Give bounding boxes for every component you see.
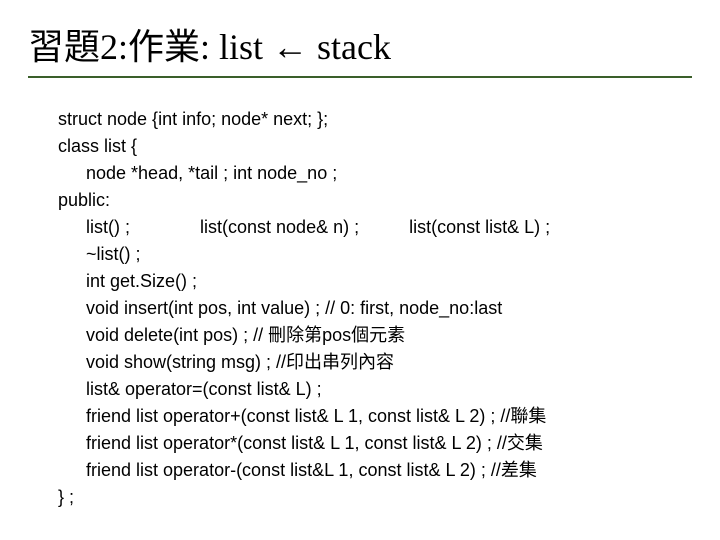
code-fragment: list() ; — [86, 217, 130, 237]
code-line: } ; — [58, 484, 692, 511]
code-line: node *head, *tail ; int node_no ; — [58, 160, 692, 187]
code-line: void show(string msg) ; //印出串列內容 — [58, 349, 692, 376]
code-line: friend list operator-(const list&L 1, co… — [58, 457, 692, 484]
code-line: ~list() ; — [58, 241, 692, 268]
code-line: friend list operator+(const list& L 1, c… — [58, 403, 692, 430]
code-line: void insert(int pos, int value) ; // 0: … — [58, 295, 692, 322]
code-line: public: — [58, 187, 692, 214]
slide-title: 習題2:作業: list ← stack — [28, 18, 692, 70]
code-fragment: list(const node& n) ; — [200, 217, 359, 237]
title-block: 習題2:作業: list ← stack — [28, 18, 692, 78]
code-line: friend list operator*(const list& L 1, c… — [58, 430, 692, 457]
code-line: void delete(int pos) ; // 刪除第pos個元素 — [58, 322, 692, 349]
code-block: struct node {int info; node* next; }; cl… — [28, 106, 692, 511]
slide: 習題2:作業: list ← stack struct node {int in… — [0, 0, 720, 540]
code-fragment: list(const list& L) ; — [409, 217, 550, 237]
code-line: class list { — [58, 133, 692, 160]
code-line: list& operator=(const list& L) ; — [58, 376, 692, 403]
code-line: struct node {int info; node* next; }; — [58, 106, 692, 133]
code-line: int get.Size() ; — [58, 268, 692, 295]
code-line: list() ; list(const node& n) ; list(cons… — [58, 214, 692, 241]
